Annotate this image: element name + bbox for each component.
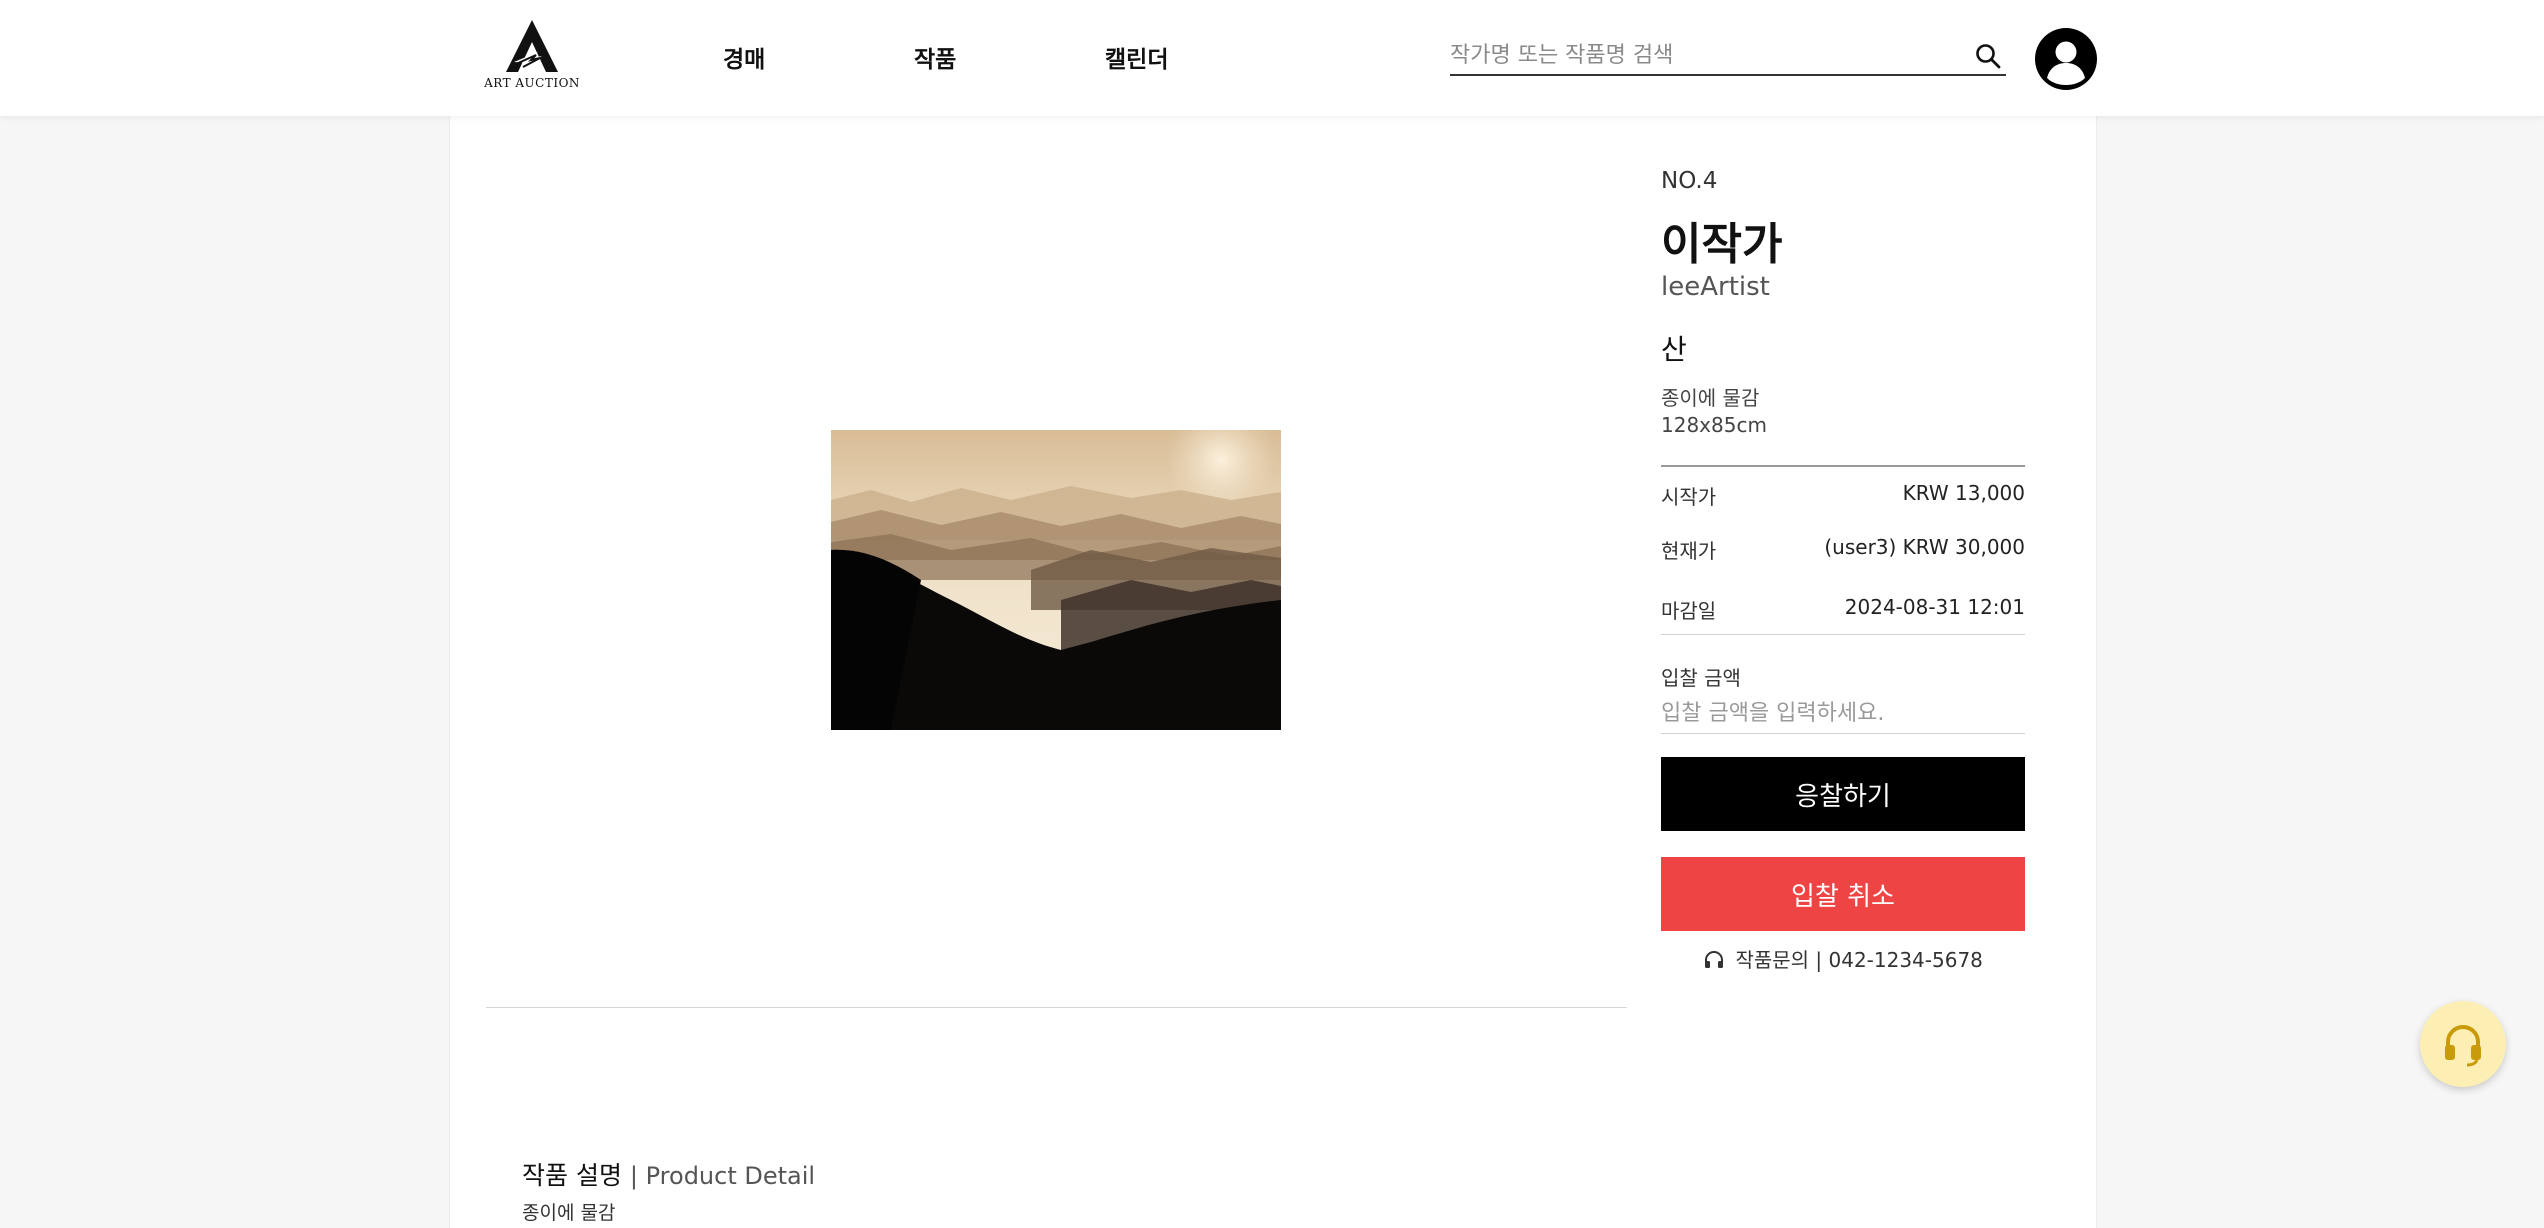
search-bar [1450,36,2006,76]
cancel-bid-button[interactable]: 입찰 취소 [1661,857,2025,931]
deadline-value: 2024-08-31 12:01 [1844,595,2025,619]
nav-calendar[interactable]: 캘린더 [1105,40,1168,74]
headset-icon [2445,1025,2481,1067]
deadline-label: 마감일 [1661,599,1717,623]
bid-amount-label: 입찰 금액 [1661,666,1741,690]
headset-icon [1705,951,1724,968]
customer-support-button[interactable] [2420,1001,2506,1087]
bid-amount-input[interactable] [1661,694,2025,734]
divider [1661,634,2025,635]
artwork-detail-panel: 작품 설명 | Product Detail 종이에 물감 NO.4 이작가 l… [449,116,2097,1228]
site-logo[interactable]: ART AUCTION [484,18,579,96]
artwork-size: 128x85cm [1661,413,1767,437]
product-detail-title: 작품 설명 [522,1161,622,1190]
artwork-title: 산 [1661,333,1687,366]
product-detail-subtitle: | Product Detail [629,1162,816,1190]
divider [486,1007,1627,1008]
artwork-image[interactable] [831,430,1281,730]
user-avatar-icon[interactable] [2035,28,2097,90]
start-price-value: KRW 13,000 [1902,481,2025,505]
product-detail-heading: 작품 설명 | Product Detail [522,1156,815,1192]
divider [1661,465,2025,467]
logo-mark-icon [506,20,558,72]
search-input[interactable] [1450,36,1950,74]
nav-artworks[interactable]: 작품 [914,40,956,74]
place-bid-button[interactable]: 응찰하기 [1661,757,2025,831]
current-price-label: 현재가 [1661,539,1717,563]
contact-text: 작품문의 | 042-1234-5678 [1735,948,1983,972]
search-icon[interactable] [1974,42,2002,70]
artist-name: 이작가 [1661,219,1783,270]
logo-text: ART AUCTION [484,76,580,90]
product-detail-description: 종이에 물감 [522,1202,616,1224]
contact-info: 작품문의 | 042-1234-5678 [1661,944,2025,973]
artist-id: leeArtist [1661,272,1770,302]
current-price-value: (user3) KRW 30,000 [1824,535,2025,559]
lot-number: NO.4 [1661,168,1718,194]
current-price-row: 현재가 (user3) KRW 30,000 [1661,535,2025,565]
artwork-medium: 종이에 물감 [1661,386,1760,410]
deadline-row: 마감일 2024-08-31 12:01 [1661,595,2025,625]
start-price-label: 시작가 [1661,485,1717,509]
site-header: ART AUCTION 경매 작품 캘린더 [0,0,2544,116]
nav-auction[interactable]: 경매 [723,40,765,74]
start-price-row: 시작가 KRW 13,000 [1661,481,2025,511]
